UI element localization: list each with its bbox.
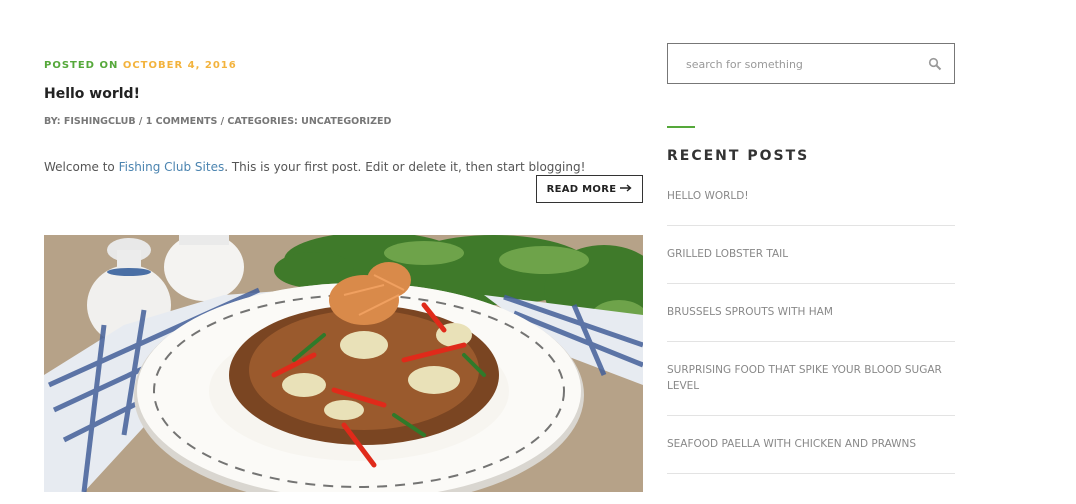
recent-posts-list: HELLO WORLD! GRILLED LOBSTER TAIL BRUSSE… (667, 168, 955, 474)
recent-posts-title: RECENT POSTS (667, 148, 810, 164)
post-byline: BY: FISHINGCLUB / 1 COMMENTS / CATEGORIE… (44, 116, 392, 127)
recent-post-link[interactable]: GRILLED LOBSTER TAIL (667, 248, 788, 260)
list-item: SEAFOOD PAELLA WITH CHICKEN AND PRAWNS (667, 416, 955, 474)
post-featured-image[interactable] (44, 235, 643, 492)
list-item: SURPRISING FOOD THAT SPIKE YOUR BLOOD SU… (667, 342, 955, 416)
search-input[interactable] (684, 44, 918, 85)
recent-post-link[interactable]: HELLO WORLD! (667, 190, 749, 202)
search-form (667, 43, 955, 85)
post-meta: POSTED ON OCTOBER 4, 2016 (44, 60, 237, 71)
recent-post-link[interactable]: SURPRISING FOOD THAT SPIKE YOUR BLOOD SU… (667, 364, 942, 392)
fishing-club-link[interactable]: Fishing Club Sites (119, 160, 225, 174)
recent-post-link[interactable]: SEAFOOD PAELLA WITH CHICKEN AND PRAWNS (667, 438, 916, 450)
excerpt-text-before: Welcome to (44, 160, 119, 174)
long-arrow-right-icon (620, 183, 632, 195)
list-item: HELLO WORLD! (667, 168, 955, 226)
list-item: GRILLED LOBSTER TAIL (667, 226, 955, 284)
recent-post-link[interactable]: BRUSSELS SPROUTS WITH HAM (667, 306, 833, 318)
widget-accent-line (667, 126, 695, 128)
search-icon[interactable] (928, 57, 942, 76)
list-item: BRUSSELS SPROUTS WITH HAM (667, 284, 955, 342)
read-more-button[interactable]: READ MORE (536, 175, 643, 203)
post-title[interactable]: Hello world! (44, 86, 140, 102)
posted-on-label: POSTED ON (44, 60, 119, 71)
post-excerpt: Welcome to Fishing Club Sites. This is y… (44, 160, 585, 174)
excerpt-text-after: . This is your first post. Edit or delet… (224, 160, 586, 174)
post-date-link[interactable]: OCTOBER 4, 2016 (123, 60, 237, 71)
read-more-label: READ MORE (546, 183, 617, 195)
